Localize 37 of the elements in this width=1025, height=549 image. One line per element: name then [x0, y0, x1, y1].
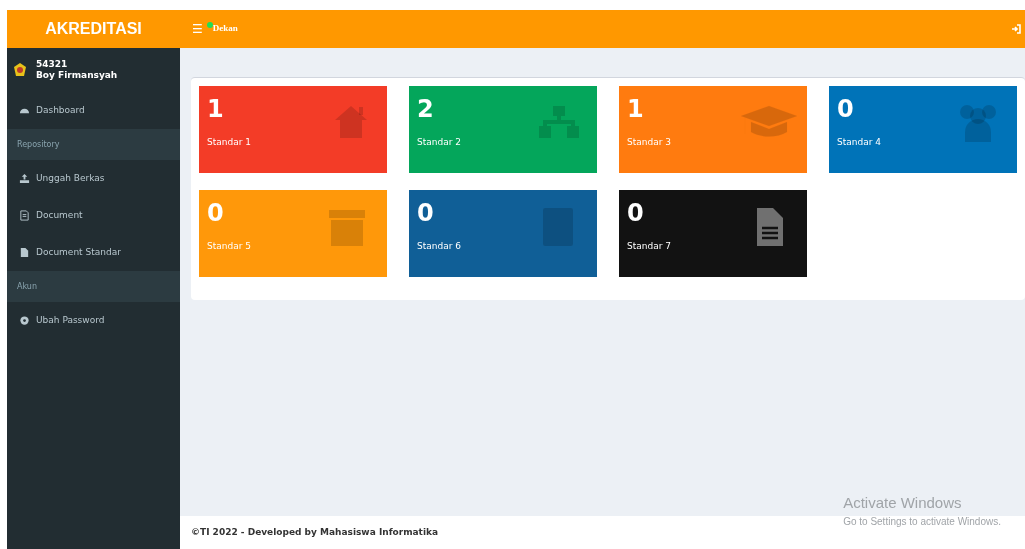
- user-role: Dekan: [212, 22, 238, 36]
- sidebar-item[interactable]: Unggah Berkas: [36, 171, 105, 186]
- sidebar-section-header: Repository: [7, 129, 180, 160]
- sidebar-item[interactable]: Document Standar: [36, 245, 121, 260]
- stat-card[interactable]: 0 Standar 6: [409, 190, 597, 277]
- stat-count: 2: [417, 94, 435, 124]
- stat-count: 1: [627, 94, 645, 124]
- user-id: 54321: [36, 59, 69, 70]
- sidebar-item[interactable]: Dashboard: [36, 103, 85, 118]
- sidebar-section-header: Akun: [7, 271, 180, 302]
- document-icon: [19, 210, 30, 221]
- activation-title: Activate Windows: [843, 492, 963, 513]
- stat-count: 0: [837, 94, 855, 124]
- stat-card[interactable]: 0 Standar 4: [829, 86, 1017, 173]
- stat-count: 0: [207, 198, 225, 228]
- logout-icon[interactable]: [1011, 24, 1021, 34]
- stat-card[interactable]: 1 Standar 1: [199, 86, 387, 173]
- upload-icon: [19, 173, 30, 184]
- stat-label: Standar 5: [207, 240, 252, 253]
- stat-count: 1: [207, 94, 225, 124]
- stat-label: Standar 2: [417, 136, 462, 149]
- file-icon: [19, 247, 30, 258]
- user-name: Boy Firmansyah: [36, 70, 118, 81]
- stat-label: Standar 1: [207, 136, 252, 149]
- stat-label: Standar 4: [837, 136, 882, 149]
- stat-card[interactable]: 0 Standar 7: [619, 190, 807, 277]
- activation-subtitle: Go to Settings to activate Windows.: [843, 515, 1001, 529]
- stat-label: Standar 7: [627, 240, 672, 253]
- stat-count: 0: [417, 198, 435, 228]
- stat-label: Standar 6: [417, 240, 462, 253]
- stat-count: 0: [627, 198, 645, 228]
- gear-icon: [19, 315, 30, 326]
- sidebar-item[interactable]: Ubah Password: [36, 313, 105, 328]
- footer-text: ©TI 2022 - Developed by Mahasiswa Informatika: [191, 525, 439, 539]
- logo-icon: [12, 62, 28, 78]
- stat-label: Standar 3: [627, 136, 672, 149]
- sidebar-item[interactable]: Document: [36, 208, 83, 223]
